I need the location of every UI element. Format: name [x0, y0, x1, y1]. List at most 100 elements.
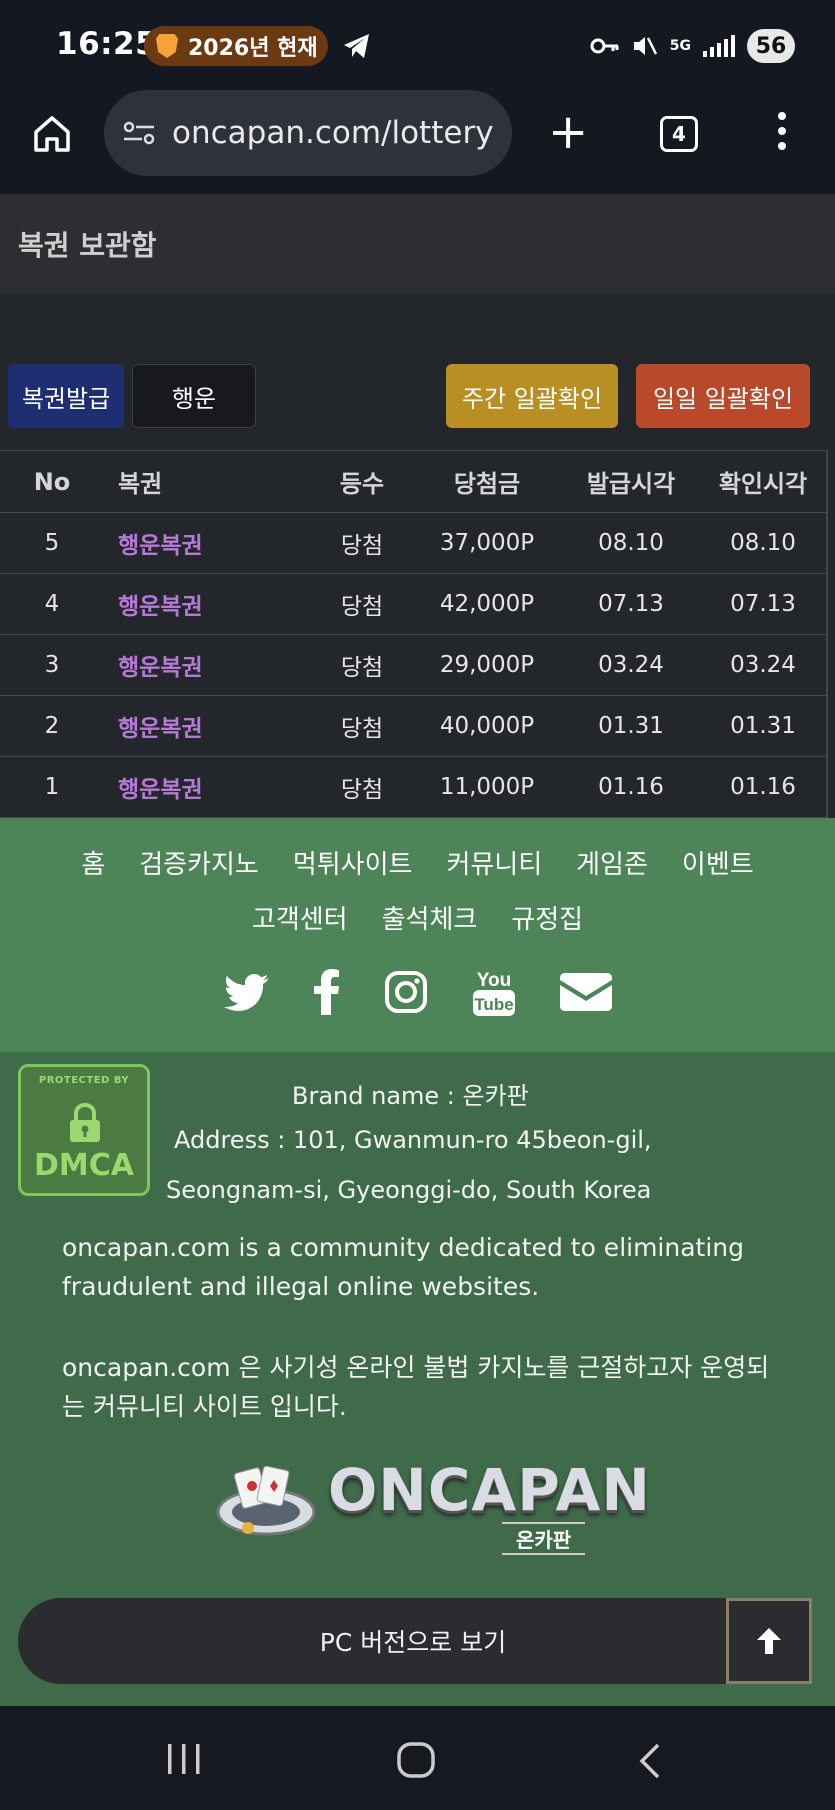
clock: 16:25 — [56, 26, 158, 62]
lock-icon — [70, 1103, 100, 1142]
table-row: 3 행운복권 당첨 29,000P 03.24 03.24 — [0, 634, 828, 696]
header-rank: 등수 — [314, 450, 410, 513]
brave-icon — [156, 34, 178, 58]
key-icon — [590, 38, 619, 54]
cell-rank: 당첨 — [314, 512, 410, 574]
cell-checked: 01.31 — [698, 695, 828, 757]
cell-issued: 07.13 — [564, 573, 698, 635]
footer-link-attendance[interactable]: 출석체크 — [382, 899, 478, 936]
table-row: 4 행운복권 당첨 42,000P 07.13 07.13 — [0, 573, 828, 635]
cell-prize: 37,000P — [410, 512, 564, 574]
header-lottery: 복권 — [104, 450, 314, 513]
browser-toolbar: oncapan.com/lottery + 4 — [0, 90, 835, 194]
tab-switcher-button[interactable]: 4 — [660, 116, 698, 152]
page-title: 복권 보관함 — [0, 194, 835, 294]
footer-link-game-zone[interactable]: 게임존 — [576, 844, 648, 881]
email-icon[interactable] — [559, 972, 612, 1012]
cell-no: 5 — [0, 512, 104, 574]
footer-link-rules[interactable]: 규정집 — [511, 899, 583, 936]
daily-check-button[interactable]: 일일 일괄확인 — [636, 364, 810, 428]
footer-link-verified-casino[interactable]: 검증카지노 — [139, 844, 259, 881]
cell-lottery-name[interactable]: 행운복권 — [104, 756, 314, 818]
mute-icon — [633, 37, 657, 55]
network-label: 5G — [669, 38, 691, 54]
table-row: 5 행운복권 당첨 37,000P 08.10 08.10 — [0, 512, 828, 574]
casino-emblem-icon — [216, 1465, 316, 1536]
recent-apps-icon[interactable] — [164, 1742, 204, 1776]
cell-checked: 01.16 — [698, 756, 828, 818]
cell-rank: 당첨 — [314, 573, 410, 635]
pc-version-button[interactable]: PC 버전으로 보기 — [18, 1598, 808, 1684]
twitter-icon[interactable] — [223, 973, 270, 1011]
cell-checked: 07.13 — [698, 573, 828, 635]
header-prize: 당첨금 — [410, 450, 564, 513]
cell-rank: 당첨 — [314, 634, 410, 696]
cell-no: 3 — [0, 634, 104, 696]
cell-issued: 01.31 — [564, 695, 698, 757]
home-icon[interactable] — [30, 112, 74, 156]
cell-issued: 03.24 — [564, 634, 698, 696]
logo-wordmark: ONCAPAN — [328, 1456, 651, 1524]
instagram-icon[interactable] — [384, 970, 428, 1014]
header-issued: 발급시각 — [564, 450, 698, 513]
issue-lottery-button[interactable]: 복권발급 — [8, 364, 124, 428]
luck-button[interactable]: 행운 — [132, 364, 256, 428]
footer-link-home[interactable]: 홈 — [81, 844, 105, 881]
dmca-badge[interactable]: PROTECTED BY DMCA — [18, 1064, 150, 1196]
cell-checked: 08.10 — [698, 512, 828, 574]
footer-link-community[interactable]: 커뮤니티 — [446, 844, 542, 881]
oncapan-logo[interactable]: ONCAPAN 온카판 — [216, 1456, 650, 1555]
more-menu-icon[interactable] — [774, 112, 790, 154]
table-border — [826, 450, 828, 824]
address-line-1: Address : 101, Gwanmun-ro 45beon-gil, — [174, 1126, 652, 1154]
battery-icon: 56 — [747, 29, 795, 63]
cell-rank: 당첨 — [314, 695, 410, 757]
footer-nav: 홈 검증카지노 먹튀사이트 커뮤니티 게임존 이벤트 고객센터 출석체크 규정집 — [0, 818, 835, 1052]
description-en: oncapan.com is a community dedicated to … — [62, 1233, 745, 1301]
cell-lottery-name[interactable]: 행운복권 — [104, 634, 314, 696]
cell-no: 4 — [0, 573, 104, 635]
youtube-icon[interactable]: You Tube — [472, 966, 516, 1018]
cell-issued: 01.16 — [564, 756, 698, 818]
footer-link-scam-sites[interactable]: 먹튀사이트 — [293, 844, 413, 881]
page-content: 복권 보관함 복권발급 행운 주간 일괄확인 일일 일괄확인 No 복권 등수 … — [0, 194, 835, 1706]
logo-subtitle: 온카판 — [502, 1522, 586, 1555]
facebook-icon[interactable] — [313, 969, 340, 1015]
status-bar: 16:25 2026년 현재 5G 56 — [0, 0, 835, 90]
arrow-up-icon — [757, 1628, 781, 1654]
back-icon[interactable] — [636, 1742, 664, 1780]
header-no: No — [0, 450, 104, 513]
description-ko: oncapan.com 은 사기성 온라인 불법 카지노를 근절하고자 운영되는… — [62, 1353, 770, 1421]
signal-icon — [703, 35, 735, 57]
site-settings-icon[interactable] — [122, 120, 156, 146]
home-nav-icon[interactable] — [396, 1742, 436, 1778]
scroll-top-button[interactable] — [726, 1598, 812, 1684]
cell-issued: 08.10 — [564, 512, 698, 574]
address-line-2: Seongnam-si, Gyeonggi-do, South Korea — [166, 1176, 652, 1204]
notification-pill[interactable]: 2026년 현재 — [144, 26, 328, 66]
cell-rank: 당첨 — [314, 756, 410, 818]
footer-link-events[interactable]: 이벤트 — [682, 844, 754, 881]
footer-link-support[interactable]: 고객센터 — [252, 899, 348, 936]
new-tab-icon[interactable]: + — [548, 108, 588, 156]
dmca-protected-label: PROTECTED BY — [38, 1075, 130, 1086]
weekly-check-button[interactable]: 주간 일괄확인 — [446, 364, 618, 428]
cell-lottery-name[interactable]: 행운복권 — [104, 695, 314, 757]
table-row: 2 행운복권 당첨 40,000P 01.31 01.31 — [0, 695, 828, 757]
lottery-table: No 복권 등수 당첨금 발급시각 확인시각 5 행운복권 당첨 37,000P… — [0, 450, 828, 818]
url-bar[interactable]: oncapan.com/lottery — [104, 90, 512, 176]
youtube-tube-text: Tube — [474, 995, 513, 1014]
footer-nav-row: 홈 검증카지노 먹튀사이트 커뮤니티 게임존 이벤트 — [0, 818, 835, 881]
table-row: 1 행운복권 당첨 11,000P 01.16 01.16 — [0, 756, 828, 818]
dmca-text: DMCA — [34, 1148, 134, 1183]
cell-prize: 40,000P — [410, 695, 564, 757]
system-icons: 5G 56 — [590, 26, 795, 66]
cell-lottery-name[interactable]: 행운복권 — [104, 573, 314, 635]
cell-prize: 11,000P — [410, 756, 564, 818]
header-checked: 확인시각 — [698, 450, 828, 513]
action-buttons: 복권발급 행운 주간 일괄확인 일일 일괄확인 — [0, 364, 835, 430]
telegram-icon — [344, 34, 369, 58]
url-text: oncapan.com/lottery — [172, 115, 494, 151]
cell-lottery-name[interactable]: 행운복권 — [104, 512, 314, 574]
system-nav-bar — [0, 1706, 835, 1810]
